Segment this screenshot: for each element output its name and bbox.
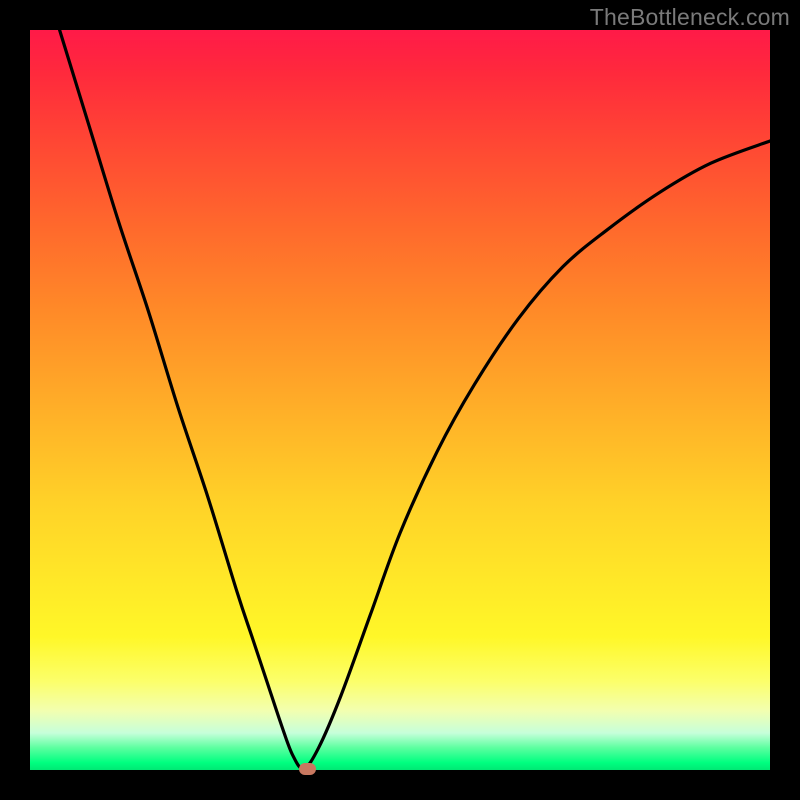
plot-area (30, 30, 770, 770)
chart-frame: TheBottleneck.com (0, 0, 800, 800)
watermark-text: TheBottleneck.com (590, 4, 790, 31)
bottleneck-curve (30, 30, 770, 770)
optimal-point-marker (299, 763, 316, 775)
